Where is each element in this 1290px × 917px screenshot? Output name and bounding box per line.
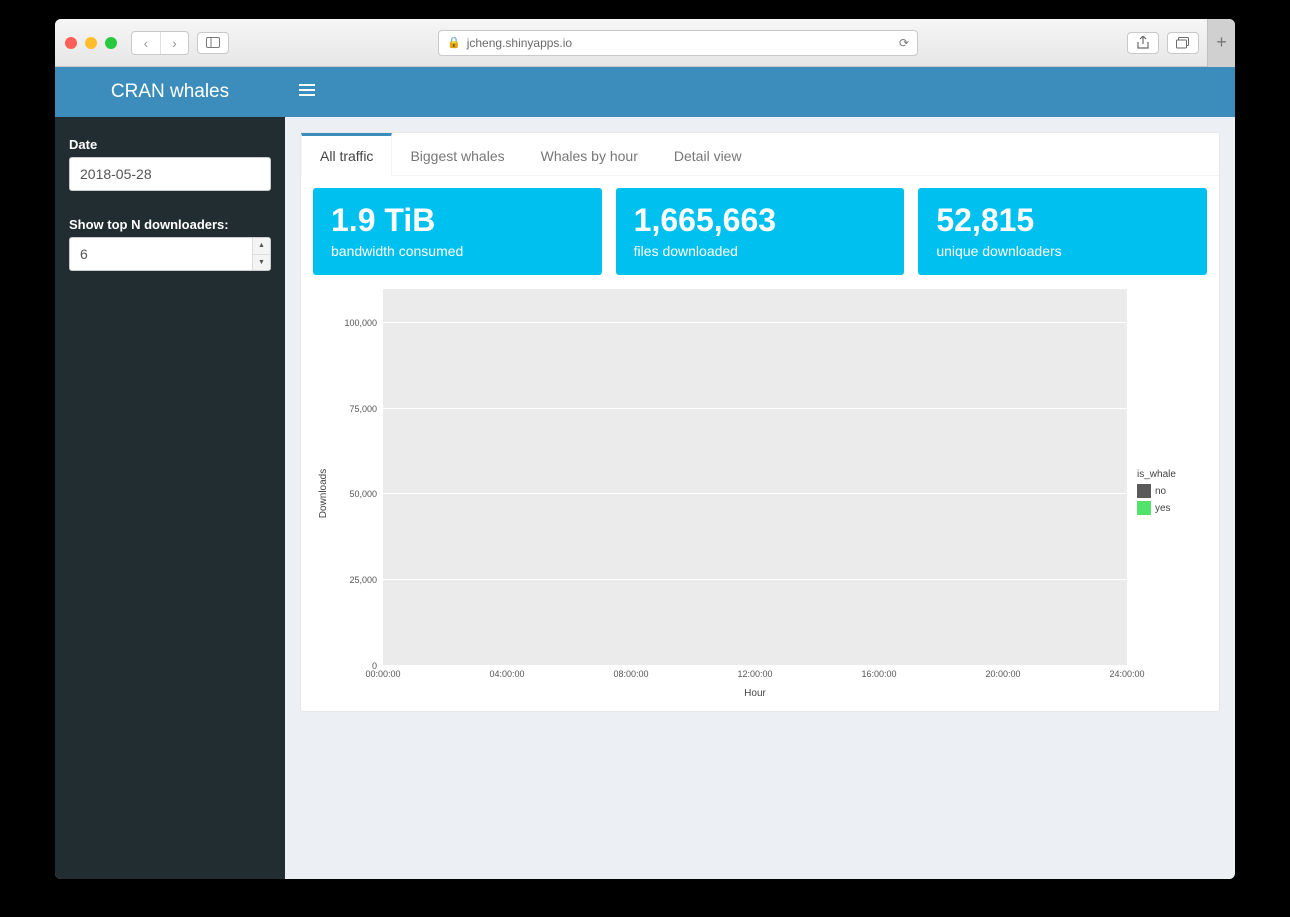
value-box-files: 1,665,663 files downloaded bbox=[616, 188, 905, 275]
minimize-window-button[interactable] bbox=[85, 37, 97, 49]
forward-button[interactable]: › bbox=[160, 32, 188, 54]
chevron-left-icon: ‹ bbox=[144, 35, 149, 51]
value-box-subtitle: bandwidth consumed bbox=[331, 243, 584, 259]
topn-input[interactable] bbox=[69, 237, 271, 271]
app-root: CRAN whales Date Show top N downloaders: bbox=[55, 67, 1235, 879]
browser-sidebar-button[interactable] bbox=[197, 32, 229, 54]
chevron-right-icon: › bbox=[172, 35, 177, 51]
legend-label: yes bbox=[1155, 503, 1171, 514]
zoom-window-button[interactable] bbox=[105, 37, 117, 49]
x-axis-label: Hour bbox=[383, 686, 1127, 699]
x-tick: 16:00:00 bbox=[861, 669, 896, 679]
value-box-subtitle: files downloaded bbox=[634, 243, 887, 259]
tab-box: All traffic Biggest whales Whales by hou… bbox=[300, 132, 1220, 712]
app-title: CRAN whales bbox=[55, 67, 285, 117]
app-body: Date Show top N downloaders: ▲ ▼ All tra… bbox=[55, 117, 1235, 879]
legend: is_whale no yes bbox=[1127, 289, 1207, 699]
tabs-icon bbox=[1176, 37, 1190, 49]
back-button[interactable]: ‹ bbox=[132, 32, 160, 54]
panel-icon bbox=[206, 37, 220, 48]
close-window-button[interactable] bbox=[65, 37, 77, 49]
url-text: jcheng.shinyapps.io bbox=[467, 36, 572, 50]
legend-item: no bbox=[1137, 484, 1207, 498]
tab-detail-view[interactable]: Detail view bbox=[656, 133, 760, 176]
share-icon bbox=[1137, 36, 1149, 50]
legend-item: yes bbox=[1137, 501, 1207, 515]
downloads-chart: Downloads 025,00050,00075,000100,000 00:… bbox=[313, 289, 1207, 699]
plus-icon: + bbox=[1216, 32, 1227, 53]
content-area: All traffic Biggest whales Whales by hou… bbox=[285, 117, 1235, 879]
plot-panel bbox=[383, 289, 1127, 666]
lock-icon: 🔒 bbox=[447, 36, 461, 49]
date-label: Date bbox=[69, 137, 271, 152]
x-tick: 04:00:00 bbox=[489, 669, 524, 679]
value-box-value: 1.9 TiB bbox=[331, 202, 584, 239]
value-box-downloaders: 52,815 unique downloaders bbox=[918, 188, 1207, 275]
x-tick: 00:00:00 bbox=[365, 669, 400, 679]
sidebar-toggle-button[interactable] bbox=[299, 83, 315, 101]
hamburger-icon bbox=[299, 84, 315, 96]
y-tick: 50,000 bbox=[349, 489, 377, 499]
tab-whales-by-hour[interactable]: Whales by hour bbox=[523, 133, 656, 176]
browser-toolbar: ‹ › 🔒 jcheng.shinyapps.io ⟳ bbox=[55, 19, 1235, 67]
tab-all-traffic[interactable]: All traffic bbox=[301, 133, 392, 176]
value-box-value: 52,815 bbox=[936, 202, 1189, 239]
value-box-row: 1.9 TiB bandwidth consumed 1,665,663 fil… bbox=[313, 188, 1207, 275]
y-tick: 75,000 bbox=[349, 404, 377, 414]
caret-down-icon: ▼ bbox=[258, 259, 265, 266]
app-header: CRAN whales bbox=[55, 67, 1235, 117]
y-axis-label: Downloads bbox=[319, 469, 330, 518]
share-button[interactable] bbox=[1127, 32, 1159, 54]
step-up-button[interactable]: ▲ bbox=[253, 238, 270, 254]
y-axis: 025,00050,00075,000100,000 bbox=[335, 289, 383, 666]
nav-back-forward: ‹ › bbox=[131, 31, 189, 55]
window-controls bbox=[65, 37, 117, 49]
legend-swatch bbox=[1137, 501, 1151, 515]
x-tick: 12:00:00 bbox=[737, 669, 772, 679]
browser-window: ‹ › 🔒 jcheng.shinyapps.io ⟳ bbox=[55, 19, 1235, 879]
x-tick: 24:00:00 bbox=[1109, 669, 1144, 679]
value-box-value: 1,665,663 bbox=[634, 202, 887, 239]
x-axis: 00:00:0004:00:0008:00:0012:00:0016:00:00… bbox=[383, 666, 1127, 686]
reload-icon[interactable]: ⟳ bbox=[899, 36, 909, 50]
tabs-nav: All traffic Biggest whales Whales by hou… bbox=[301, 133, 1219, 176]
value-box-subtitle: unique downloaders bbox=[936, 243, 1189, 259]
legend-title: is_whale bbox=[1137, 469, 1207, 480]
new-tab-button[interactable]: + bbox=[1207, 19, 1235, 67]
app-sidebar: Date Show top N downloaders: ▲ ▼ bbox=[55, 117, 285, 879]
x-tick: 08:00:00 bbox=[613, 669, 648, 679]
header-bar bbox=[285, 67, 1235, 117]
address-bar[interactable]: 🔒 jcheng.shinyapps.io ⟳ bbox=[438, 30, 918, 56]
y-tick: 100,000 bbox=[344, 318, 377, 328]
legend-label: no bbox=[1155, 486, 1166, 497]
caret-up-icon: ▲ bbox=[258, 242, 265, 249]
tab-biggest-whales[interactable]: Biggest whales bbox=[392, 133, 522, 176]
value-box-bandwidth: 1.9 TiB bandwidth consumed bbox=[313, 188, 602, 275]
y-tick: 25,000 bbox=[349, 575, 377, 585]
step-down-button[interactable]: ▼ bbox=[253, 254, 270, 271]
x-tick: 20:00:00 bbox=[985, 669, 1020, 679]
tabs-overview-button[interactable] bbox=[1167, 32, 1199, 54]
topn-label: Show top N downloaders: bbox=[69, 217, 271, 232]
date-input[interactable] bbox=[69, 157, 271, 191]
legend-swatch bbox=[1137, 484, 1151, 498]
number-stepper: ▲ ▼ bbox=[252, 238, 270, 270]
tab-content: 1.9 TiB bandwidth consumed 1,665,663 fil… bbox=[301, 176, 1219, 711]
